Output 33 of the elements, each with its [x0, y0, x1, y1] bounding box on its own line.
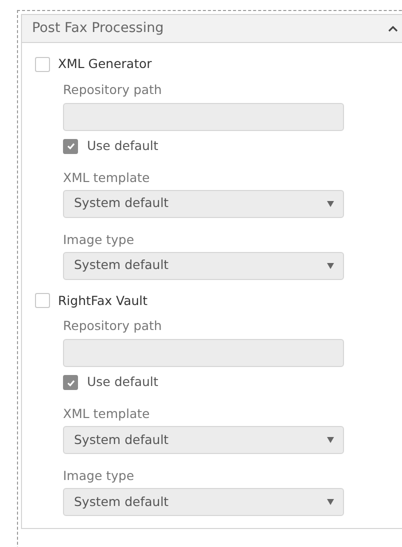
checkbox[interactable]: [35, 293, 50, 308]
field-label: Repository path: [63, 82, 163, 98]
check-icon: [66, 141, 76, 152]
select-field[interactable]: System default: [63, 190, 344, 218]
dropdown-arrow-icon: [327, 200, 334, 206]
checkbox-label: Use default: [87, 136, 158, 155]
checkbox[interactable]: [63, 375, 78, 390]
input-field[interactable]: [63, 102, 344, 131]
panel-header[interactable]: Post Fax Processing: [22, 15, 402, 43]
dropdown-arrow-icon: [327, 499, 334, 505]
field-label: XML template: [63, 170, 151, 186]
select-value: System default: [74, 430, 169, 449]
input-field[interactable]: [63, 339, 344, 368]
dropdown-arrow-icon: [327, 437, 334, 443]
section-label: XML Generator: [58, 55, 152, 73]
field-label: Repository path: [63, 318, 163, 334]
check-icon: [66, 378, 76, 388]
field-label: XML template: [63, 406, 151, 422]
field-label: Image type: [63, 468, 136, 484]
select-value: System default: [74, 194, 169, 212]
dropdown-arrow-icon: [327, 262, 334, 268]
select-value: System default: [74, 256, 169, 274]
select-field[interactable]: System default: [63, 252, 344, 280]
select-value: System default: [74, 492, 169, 511]
field-label: Image type: [63, 232, 136, 248]
chevron-icon: [388, 26, 398, 32]
checkbox-label: Use default: [87, 373, 158, 392]
checkbox[interactable]: [63, 138, 78, 154]
select-field[interactable]: System default: [63, 488, 344, 516]
select-field[interactable]: System default: [63, 426, 344, 454]
checkbox[interactable]: [35, 56, 50, 72]
section-label: RightFax Vault: [58, 292, 148, 310]
panel-title: Post Fax Processing: [32, 19, 164, 38]
